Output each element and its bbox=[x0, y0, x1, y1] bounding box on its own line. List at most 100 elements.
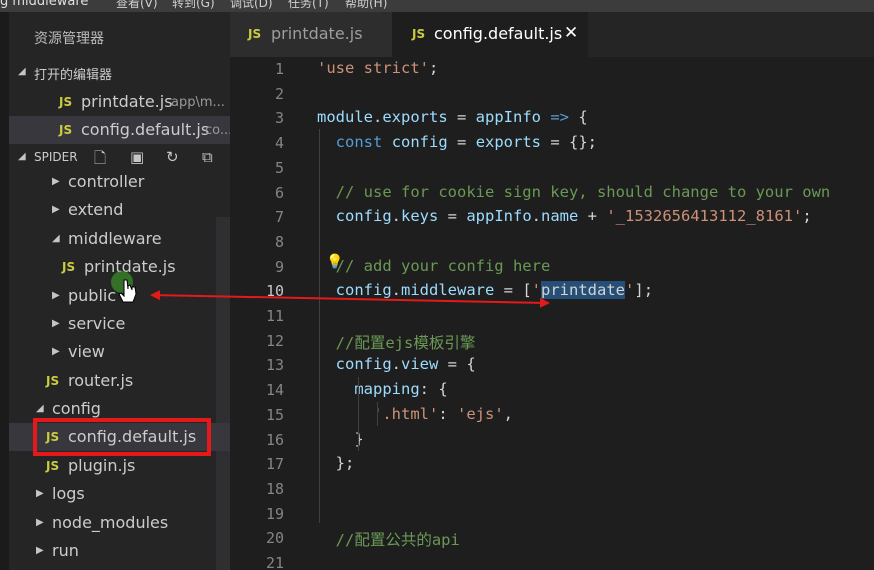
code-token: ' bbox=[531, 281, 542, 300]
code-token: mapping bbox=[354, 380, 420, 399]
tab-label: printdate.js bbox=[271, 24, 363, 43]
new-folder-icon[interactable]: ▣ bbox=[130, 148, 144, 166]
code-token: name bbox=[541, 207, 579, 226]
line-number: 5 bbox=[274, 158, 284, 177]
chevron-right-icon: ▶ bbox=[36, 545, 44, 556]
js-file-icon: JS bbox=[59, 95, 73, 109]
chevron-right-icon: ▶ bbox=[36, 517, 44, 528]
open-editor-path: co... bbox=[205, 123, 230, 138]
code-token: = [ bbox=[494, 281, 532, 300]
tab-printdate[interactable]: JS printdate.js bbox=[230, 12, 392, 57]
expand-triangle-icon: ◢ bbox=[18, 66, 26, 77]
code-token: { bbox=[569, 108, 588, 127]
line-number: 3 bbox=[274, 109, 284, 128]
indent-guide bbox=[377, 402, 378, 426]
tree-file-router[interactable]: JS router.js bbox=[9, 367, 230, 395]
collapse-all-icon[interactable]: ⧉ bbox=[202, 148, 213, 166]
open-editors-label: 打开的编辑器 bbox=[34, 68, 113, 83]
code-token: keys bbox=[401, 207, 439, 226]
tree-item-label: logs bbox=[52, 484, 85, 503]
code-token: exports bbox=[475, 133, 542, 152]
tree-folder-controller[interactable]: ▶ controller bbox=[9, 168, 230, 196]
line-number: 19 bbox=[265, 504, 284, 523]
code-token: }; bbox=[317, 454, 355, 473]
code-token: //配置ejs模板引擎 bbox=[335, 333, 476, 352]
code-token: appInfo bbox=[466, 207, 532, 226]
code-token: middleware bbox=[401, 281, 495, 300]
close-icon[interactable]: ✕ bbox=[564, 23, 578, 43]
tree-folder-run[interactable]: ▶ run bbox=[9, 537, 230, 565]
menu-tasks[interactable]: 任务(T) bbox=[288, 0, 329, 11]
line-number: 17 bbox=[265, 455, 284, 474]
code-token: 'use strict' bbox=[317, 59, 429, 77]
code-token: config bbox=[335, 207, 392, 226]
tab-label: config.default.js bbox=[434, 24, 563, 43]
tree-folder-logs[interactable]: ▶ logs bbox=[9, 480, 230, 508]
line-number: 2 bbox=[274, 84, 284, 103]
js-file-icon: JS bbox=[62, 260, 76, 274]
menu-bar: g middleware 查看(V) 转到(G) 调试(D) 任务(T) 帮助(… bbox=[0, 0, 874, 12]
js-file-icon: JS bbox=[248, 27, 262, 41]
line-number: 14 bbox=[265, 381, 284, 400]
js-file-icon: JS bbox=[412, 27, 426, 41]
code-token: '.html' bbox=[373, 404, 439, 423]
code-line: //配置ejs模板引擎 bbox=[317, 331, 476, 353]
chevron-right-icon: ▶ bbox=[52, 204, 60, 215]
tree-item-label: run bbox=[52, 541, 79, 560]
code-line: const config = exports = {}; bbox=[317, 133, 597, 151]
code-token: 'ejs' bbox=[457, 404, 504, 423]
code-line: //配置公共的api bbox=[317, 528, 460, 550]
line-number: 21 bbox=[265, 554, 284, 570]
code-line: '.html': 'ejs', bbox=[317, 405, 513, 423]
chevron-down-icon: ◢ bbox=[52, 233, 60, 244]
open-editor-item-config-default[interactable]: JS config.default.js co... bbox=[9, 116, 230, 144]
window-title: g middleware bbox=[0, 0, 89, 9]
open-editor-filename: printdate.js bbox=[81, 92, 173, 111]
code-line: } bbox=[317, 430, 363, 448]
tree-folder-extend[interactable]: ▶ extend bbox=[9, 196, 230, 224]
indent-guide bbox=[358, 377, 359, 451]
code-line: }; bbox=[317, 454, 355, 473]
menu-view[interactable]: 查看(V) bbox=[116, 0, 158, 11]
lightbulb-icon[interactable]: 💡 bbox=[326, 254, 343, 270]
menu-debug[interactable]: 调试(D) bbox=[230, 0, 273, 11]
tree-item-label: middleware bbox=[68, 229, 162, 248]
tree-file-plugin[interactable]: JS plugin.js bbox=[9, 452, 230, 480]
code-token: + bbox=[578, 207, 607, 226]
code-token: . bbox=[391, 355, 402, 374]
open-editors-section-header[interactable]: ◢ 打开的编辑器 bbox=[0, 60, 230, 86]
code-editor[interactable]: 1 2 3 4 5 6 7 8 9 10 11 12 13 14 15 16 17 18 19 20 21 'use s… bbox=[230, 57, 874, 570]
code-token: ]; bbox=[634, 281, 654, 300]
menu-help[interactable]: 帮助(H) bbox=[345, 0, 387, 11]
code-line: config.view = { bbox=[317, 355, 476, 373]
open-editor-path: app\m... bbox=[171, 95, 225, 110]
code-token: // use for cookie sign key, should chang… bbox=[335, 182, 831, 201]
code-token: view bbox=[401, 355, 439, 374]
activity-bar-edge bbox=[0, 12, 9, 570]
tree-folder-middleware[interactable]: ◢ middleware bbox=[9, 225, 230, 253]
code-token: = bbox=[447, 108, 476, 127]
tree-folder-view[interactable]: ▶ view bbox=[9, 338, 230, 366]
code-token: . bbox=[391, 281, 402, 300]
highlight-box bbox=[33, 418, 211, 456]
code-token: . bbox=[373, 108, 383, 127]
tree-folder-node-modules[interactable]: ▶ node_modules bbox=[9, 509, 230, 537]
tree-item-label: view bbox=[68, 342, 105, 361]
tab-config-default[interactable]: JS config.default.js ✕ bbox=[392, 12, 588, 57]
open-editor-item-printdate[interactable]: JS printdate.js app\m... bbox=[9, 88, 230, 116]
refresh-icon[interactable]: ↻ bbox=[166, 148, 179, 166]
line-number: 8 bbox=[274, 232, 284, 251]
tree-folder-service[interactable]: ▶ service bbox=[9, 310, 230, 338]
line-number: 11 bbox=[265, 307, 284, 325]
js-file-icon: JS bbox=[46, 459, 60, 473]
line-number: 18 bbox=[265, 479, 284, 498]
code-token: config bbox=[391, 133, 448, 152]
code-line: mapping: { bbox=[317, 380, 447, 399]
chevron-right-icon: ▶ bbox=[52, 346, 60, 357]
line-number: 7 bbox=[274, 208, 284, 227]
menu-goto[interactable]: 转到(G) bbox=[172, 0, 215, 11]
code-token: ' bbox=[625, 281, 635, 300]
code-line: config.middleware = ['printdate']; bbox=[317, 281, 654, 300]
